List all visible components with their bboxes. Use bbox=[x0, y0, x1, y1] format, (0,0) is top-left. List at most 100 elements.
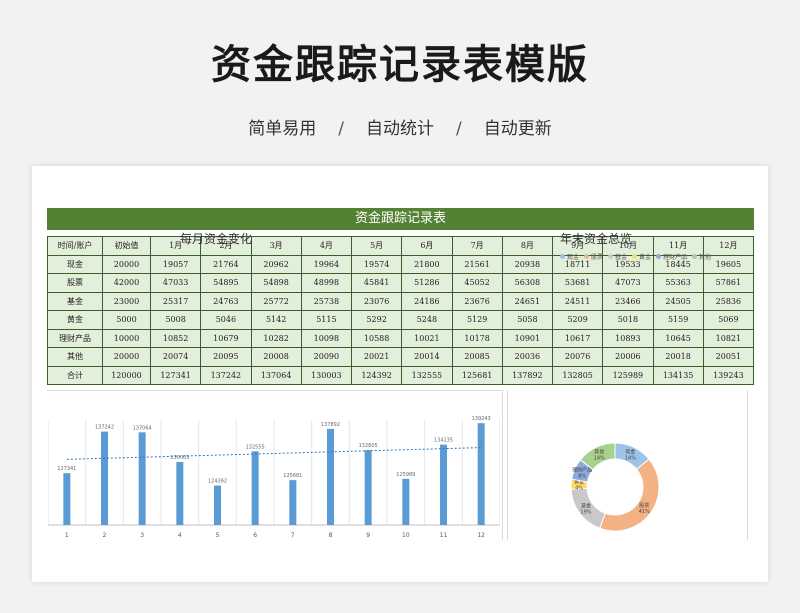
value-cell[interactable]: 139243 bbox=[702, 365, 755, 385]
value-cell[interactable]: 5069 bbox=[702, 310, 755, 330]
value-cell[interactable]: 10000 bbox=[102, 328, 151, 348]
value-cell[interactable]: 20014 bbox=[401, 347, 453, 367]
row-label-cell[interactable]: 合计 bbox=[47, 365, 103, 385]
value-cell[interactable]: 48998 bbox=[300, 273, 353, 293]
value-cell[interactable]: 20085 bbox=[451, 347, 503, 367]
value-cell[interactable]: 5058 bbox=[501, 310, 554, 330]
value-cell[interactable]: 130003 bbox=[300, 365, 353, 385]
value-cell[interactable]: 24505 bbox=[652, 291, 704, 311]
value-cell[interactable]: 21800 bbox=[401, 254, 453, 274]
bar[interactable] bbox=[440, 444, 447, 525]
value-cell[interactable]: 5292 bbox=[350, 310, 403, 330]
value-cell[interactable]: 5159 bbox=[652, 310, 704, 330]
value-cell[interactable]: 25772 bbox=[250, 291, 302, 311]
value-cell[interactable]: 19057 bbox=[149, 254, 202, 274]
value-cell[interactable]: 20006 bbox=[602, 347, 654, 367]
value-cell[interactable]: 5209 bbox=[551, 310, 604, 330]
value-cell[interactable]: 20036 bbox=[501, 347, 554, 367]
value-cell[interactable]: 137892 bbox=[501, 365, 554, 385]
value-cell[interactable]: 10893 bbox=[602, 328, 654, 348]
bar[interactable] bbox=[176, 461, 184, 525]
value-cell[interactable]: 134135 bbox=[652, 365, 704, 385]
value-cell[interactable]: 10178 bbox=[451, 328, 503, 348]
value-cell[interactable]: 20074 bbox=[149, 347, 202, 367]
value-cell[interactable]: 23076 bbox=[350, 291, 403, 311]
value-cell[interactable]: 54895 bbox=[200, 273, 252, 293]
value-cell[interactable]: 20095 bbox=[200, 347, 252, 367]
bar[interactable] bbox=[289, 480, 297, 525]
value-cell[interactable]: 56308 bbox=[501, 273, 554, 293]
value-cell[interactable]: 10821 bbox=[702, 328, 755, 348]
value-cell[interactable]: 25317 bbox=[149, 291, 202, 311]
value-cell[interactable]: 51286 bbox=[401, 273, 453, 293]
value-cell[interactable]: 24763 bbox=[200, 291, 252, 311]
value-cell[interactable]: 47033 bbox=[149, 273, 202, 293]
value-cell[interactable]: 20018 bbox=[652, 347, 704, 367]
value-cell[interactable]: 23676 bbox=[451, 291, 503, 311]
bar[interactable] bbox=[327, 428, 334, 525]
value-cell[interactable]: 53681 bbox=[551, 273, 604, 293]
value-cell[interactable]: 125989 bbox=[602, 365, 654, 385]
bar[interactable] bbox=[251, 451, 259, 525]
value-cell[interactable]: 10617 bbox=[551, 328, 604, 348]
value-cell[interactable]: 10098 bbox=[300, 328, 353, 348]
value-cell[interactable]: 20090 bbox=[300, 347, 353, 367]
bar[interactable] bbox=[364, 450, 372, 525]
value-cell[interactable]: 45841 bbox=[350, 273, 403, 293]
value-cell[interactable]: 10852 bbox=[149, 328, 202, 348]
value-cell[interactable]: 10901 bbox=[501, 328, 554, 348]
row-label-cell[interactable]: 其他 bbox=[47, 347, 103, 367]
value-cell[interactable]: 20076 bbox=[551, 347, 604, 367]
value-cell[interactable]: 25836 bbox=[702, 291, 755, 311]
value-cell[interactable]: 5115 bbox=[300, 310, 353, 330]
value-cell[interactable]: 5000 bbox=[102, 310, 151, 330]
value-cell[interactable]: 137064 bbox=[250, 365, 302, 385]
value-cell[interactable]: 10645 bbox=[652, 328, 704, 348]
value-cell[interactable]: 20000 bbox=[102, 347, 151, 367]
row-label-cell[interactable]: 黄金 bbox=[47, 310, 103, 330]
row-label-cell[interactable]: 股票 bbox=[47, 273, 103, 293]
value-cell[interactable]: 132805 bbox=[551, 365, 604, 385]
bar[interactable] bbox=[214, 485, 221, 525]
bar[interactable] bbox=[477, 423, 485, 525]
bar[interactable] bbox=[138, 432, 146, 525]
value-cell[interactable]: 42000 bbox=[102, 273, 151, 293]
value-cell[interactable]: 21764 bbox=[200, 254, 252, 274]
value-cell[interactable]: 10282 bbox=[250, 328, 302, 348]
value-cell[interactable]: 24511 bbox=[551, 291, 604, 311]
value-cell[interactable]: 55363 bbox=[652, 273, 704, 293]
value-cell[interactable]: 127341 bbox=[149, 365, 202, 385]
value-cell[interactable]: 24651 bbox=[501, 291, 554, 311]
value-cell[interactable]: 10588 bbox=[350, 328, 403, 348]
value-cell[interactable]: 57861 bbox=[702, 273, 755, 293]
value-cell[interactable]: 5129 bbox=[451, 310, 503, 330]
value-cell[interactable]: 10021 bbox=[401, 328, 453, 348]
value-cell[interactable]: 124392 bbox=[350, 365, 403, 385]
row-label-cell[interactable]: 基金 bbox=[47, 291, 103, 311]
value-cell[interactable]: 19964 bbox=[300, 254, 353, 274]
value-cell[interactable]: 23466 bbox=[602, 291, 654, 311]
value-cell[interactable]: 20962 bbox=[250, 254, 302, 274]
value-cell[interactable]: 54898 bbox=[250, 273, 302, 293]
value-cell[interactable]: 5018 bbox=[602, 310, 654, 330]
value-cell[interactable]: 20000 bbox=[102, 254, 151, 274]
donut-slice[interactable] bbox=[599, 458, 660, 532]
bar[interactable] bbox=[101, 431, 108, 525]
value-cell[interactable]: 24186 bbox=[401, 291, 453, 311]
value-cell[interactable]: 45052 bbox=[451, 273, 503, 293]
value-cell[interactable]: 21561 bbox=[451, 254, 503, 274]
value-cell[interactable]: 5046 bbox=[200, 310, 252, 330]
value-cell[interactable]: 20938 bbox=[501, 254, 554, 274]
value-cell[interactable]: 120000 bbox=[102, 365, 151, 385]
value-cell[interactable]: 137242 bbox=[200, 365, 252, 385]
value-cell[interactable]: 19574 bbox=[350, 254, 403, 274]
row-label-cell[interactable]: 现金 bbox=[47, 254, 103, 274]
bar[interactable] bbox=[402, 478, 410, 525]
value-cell[interactable]: 23000 bbox=[102, 291, 151, 311]
value-cell[interactable]: 47073 bbox=[602, 273, 654, 293]
value-cell[interactable]: 25738 bbox=[300, 291, 353, 311]
value-cell[interactable]: 20021 bbox=[350, 347, 403, 367]
value-cell[interactable]: 20008 bbox=[250, 347, 302, 367]
row-label-cell[interactable]: 理财产品 bbox=[47, 328, 103, 348]
value-cell[interactable]: 125681 bbox=[451, 365, 503, 385]
